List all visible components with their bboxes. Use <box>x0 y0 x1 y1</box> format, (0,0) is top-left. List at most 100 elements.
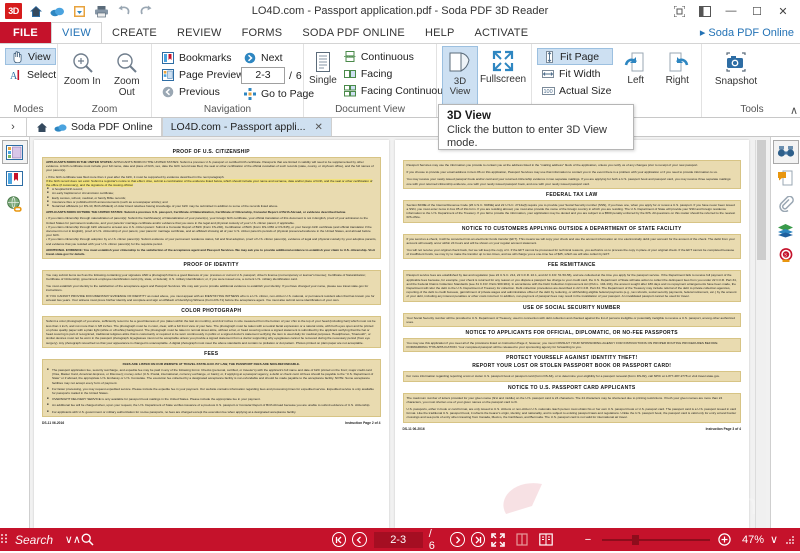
next-page-button[interactable]: Next <box>239 49 307 66</box>
redo-icon[interactable] <box>137 3 154 20</box>
search-magnifier-icon[interactable] <box>81 533 94 546</box>
tab-file[interactable]: FILE <box>0 22 52 43</box>
single-page-view-icon[interactable] <box>512 533 532 546</box>
open-file-icon[interactable] <box>71 3 88 20</box>
bookmarks-button[interactable]: Bookmarks <box>157 49 239 66</box>
document-page-right: Passport Services may use the informatio… <box>394 140 749 528</box>
search-compare-icon[interactable] <box>772 140 799 164</box>
actual-size-button[interactable]: 100 Actual Size <box>537 82 613 99</box>
facing-view-button[interactable]: Facing <box>339 65 453 82</box>
search-input[interactable]: Search <box>9 533 65 547</box>
fit-page-button[interactable]: Fit Page <box>537 48 613 65</box>
zoom-slider[interactable] <box>602 533 710 547</box>
close-button[interactable]: ✕ <box>770 1 796 21</box>
zoom-in-button[interactable] <box>714 533 734 546</box>
view-mode-button[interactable]: View <box>5 48 56 65</box>
document-paragraph: For faster processing, you may request e… <box>46 387 377 395</box>
attachments-icon[interactable] <box>773 192 799 216</box>
tab-view[interactable]: VIEW <box>51 22 102 43</box>
doc-tab-passport-application[interactable]: LO4D.com - Passport appli... ✕ <box>161 118 332 136</box>
resize-grip-icon[interactable] <box>784 535 796 544</box>
snapshot-button[interactable]: Snapshot <box>707 48 765 87</box>
signatures-icon[interactable]: S <box>773 244 799 268</box>
next-page-icon[interactable] <box>450 532 465 547</box>
cloud-icon <box>53 120 67 134</box>
page-footer-right: Instruction Page 3 of 4 <box>705 426 741 431</box>
rotate-right-label: Right <box>665 75 689 86</box>
zoom-out-button[interactable]: − <box>578 534 598 546</box>
single-page-button[interactable]: Single <box>309 47 337 86</box>
group-label-navigation: Navigation <box>203 104 252 115</box>
rotate-right-button[interactable]: Right <box>659 47 697 86</box>
search-next-icon[interactable]: ∨ <box>65 533 73 546</box>
tab-help[interactable]: HELP <box>415 22 465 43</box>
zoom-slider-thumb[interactable] <box>632 534 639 545</box>
maximize-button[interactable]: ☐ <box>744 1 770 21</box>
window-controls: — ☐ ✕ <box>666 1 800 21</box>
go-to-page-button[interactable]: Go to Page <box>239 85 314 102</box>
tab-activate[interactable]: ACTIVATE <box>465 22 539 43</box>
print-icon[interactable] <box>93 3 110 20</box>
home-icon[interactable] <box>27 3 44 20</box>
tab-review[interactable]: REVIEW <box>167 22 232 43</box>
3d-view-button[interactable]: 3D View <box>442 46 478 108</box>
rotate-right-icon <box>664 49 690 75</box>
tab-soda-pdf-online[interactable]: SODA PDF ONLINE <box>292 22 415 43</box>
previous-page-icon[interactable] <box>352 532 367 547</box>
document-paragraph: If you claim citizenship through birth a… <box>46 224 372 238</box>
zoom-level-label[interactable]: 47% <box>738 534 764 546</box>
document-paragraph: APPLICANTS BORN OUTSIDE THE UNITED STATE… <box>46 210 346 215</box>
fullscreen-icon[interactable] <box>488 532 508 547</box>
doc-tab-soda-pdf-online[interactable]: Soda PDF Online <box>26 118 162 136</box>
ribbon-display-options-icon[interactable] <box>692 1 718 21</box>
restore-down-icon[interactable] <box>666 1 692 21</box>
links-panel-icon[interactable] <box>2 192 28 216</box>
facing-page-view-icon[interactable] <box>536 533 556 546</box>
document-paragraph: IF YOU CANNOT PROVIDE DOCUMENTARY EVIDEN… <box>46 294 375 303</box>
continuous-view-button[interactable]: Continuous <box>339 48 453 65</box>
comments-icon[interactable] <box>773 166 799 190</box>
vertical-scrollbar[interactable] <box>755 140 766 528</box>
facing-continuous-view-button[interactable]: Facing Continuous <box>339 82 453 99</box>
rotate-left-button[interactable]: Left <box>617 47 655 86</box>
snapshot-camera-icon <box>723 50 749 76</box>
fullscreen-button[interactable]: Fullscreen <box>480 46 526 85</box>
page-indicator[interactable]: 2-3 <box>373 531 423 548</box>
soda-pdf-online-link[interactable]: ▸ Soda PDF Online <box>700 22 800 43</box>
search-previous-icon[interactable]: ∧ <box>73 533 81 546</box>
layers-icon[interactable] <box>773 218 799 242</box>
tab-forms[interactable]: FORMS <box>232 22 293 43</box>
document-paragraph: Submit a color photograph of you alone, … <box>46 319 376 345</box>
page-number-input[interactable]: 2-3 <box>241 67 285 84</box>
last-page-icon[interactable] <box>470 532 485 547</box>
grip-handle-icon[interactable] <box>0 532 9 547</box>
ribbon-tab-bar: FILE VIEW CREATE REVIEW FORMS SODA PDF O… <box>0 22 800 43</box>
previous-page-button[interactable]: Previous <box>157 83 239 100</box>
zoom-out-button[interactable]: Zoom Out <box>108 48 147 98</box>
fit-width-label: Fit Width <box>559 67 601 80</box>
section-heading: PROTECT YOURSELF AGAINST IDENTITY THEFT! <box>506 355 638 362</box>
page-thumbnails-icon[interactable] <box>1 140 28 164</box>
collapse-ribbon-button[interactable]: ∧ <box>790 104 798 117</box>
cloud-icon[interactable] <box>49 3 66 20</box>
scrollbar-thumb[interactable] <box>757 140 766 260</box>
actual-size-label: Actual Size <box>559 84 612 97</box>
document-viewer[interactable]: PROOF OF U.S. CITIZENSHIP APPLICANTS BOR… <box>30 137 770 528</box>
undo-icon[interactable] <box>115 3 132 20</box>
bookmarks-panel-icon[interactable] <box>2 166 28 190</box>
document-paragraph: If the birth record does not exist: Subm… <box>46 178 373 188</box>
close-tab-icon[interactable]: ✕ <box>315 122 323 133</box>
first-page-icon[interactable] <box>331 532 347 547</box>
facing-continuous-icon <box>343 84 357 98</box>
fit-width-button[interactable]: Fit Width <box>537 65 613 82</box>
tab-create[interactable]: CREATE <box>102 22 167 43</box>
zoom-dropdown-icon[interactable]: ∨ <box>768 533 780 546</box>
page-preview-button[interactable]: Page Preview <box>157 66 244 83</box>
zoom-in-button[interactable]: Zoom In <box>63 48 102 87</box>
tab-overflow-chevron-icon[interactable]: › <box>0 118 26 136</box>
select-mode-button[interactable]: A Select <box>5 66 60 83</box>
chevron-right-icon: ▸ <box>699 27 706 39</box>
view-mode-label: View <box>28 50 51 63</box>
minimize-button[interactable]: — <box>718 1 744 21</box>
svg-text:A: A <box>10 71 18 81</box>
